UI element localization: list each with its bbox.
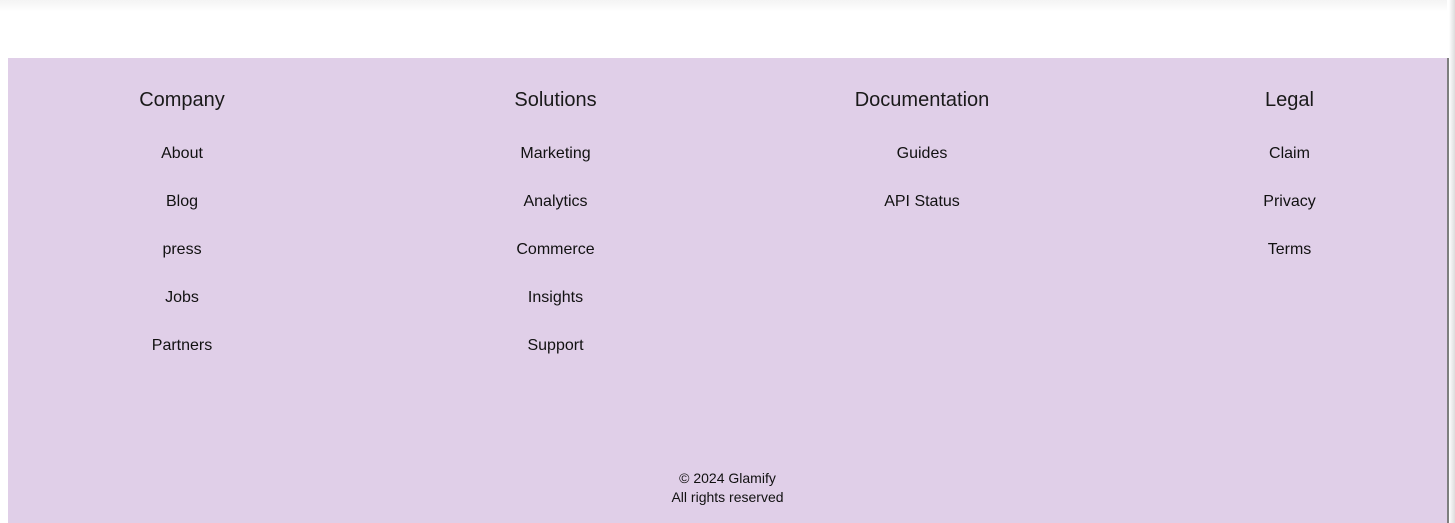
footer-link-commerce[interactable]: Commerce <box>492 240 619 288</box>
footer-link-insights[interactable]: Insights <box>492 288 619 336</box>
footer-column-title-solutions: Solutions <box>514 89 597 111</box>
footer-link-blog[interactable]: Blog <box>132 192 232 240</box>
footer-link-claim[interactable]: Claim <box>1242 144 1337 192</box>
footer-documentation-links: Guides API Status <box>827 144 1017 240</box>
footer-link-support[interactable]: Support <box>492 336 619 384</box>
footer-column-title-company: Company <box>139 89 225 111</box>
copyright-line-2: All rights reserved <box>671 489 784 505</box>
vertical-scrollbar[interactable] <box>1449 0 1455 523</box>
footer-link-jobs[interactable]: Jobs <box>132 288 232 336</box>
footer-link-terms[interactable]: Terms <box>1242 240 1337 288</box>
footer-link-about[interactable]: About <box>132 144 232 192</box>
footer-link-guides[interactable]: Guides <box>827 144 1017 192</box>
top-shade <box>0 0 1447 12</box>
footer-link-partners[interactable]: Partners <box>132 336 232 384</box>
footer-link-press[interactable]: press <box>132 240 232 288</box>
footer-column-title-documentation: Documentation <box>854 89 990 111</box>
footer-link-privacy[interactable]: Privacy <box>1242 192 1337 240</box>
footer-legal-links: Claim Privacy Terms <box>1242 144 1337 288</box>
footer-link-api-status[interactable]: API Status <box>827 192 1017 240</box>
footer-solutions-links: Marketing Analytics Commerce Insights Su… <box>492 144 619 384</box>
footer-company-links: About Blog press Jobs Partners <box>132 144 232 384</box>
page: Company About Blog press Jobs Partners S… <box>0 0 1455 523</box>
footer-link-analytics[interactable]: Analytics <box>492 192 619 240</box>
site-footer: Company About Blog press Jobs Partners S… <box>8 58 1447 523</box>
footer-column-title-legal: Legal <box>1265 89 1314 111</box>
footer-copyright: © 2024 Glamify All rights reserved <box>8 469 1447 507</box>
copyright-line-1: © 2024 Glamify <box>679 470 776 486</box>
footer-link-marketing[interactable]: Marketing <box>492 144 619 192</box>
